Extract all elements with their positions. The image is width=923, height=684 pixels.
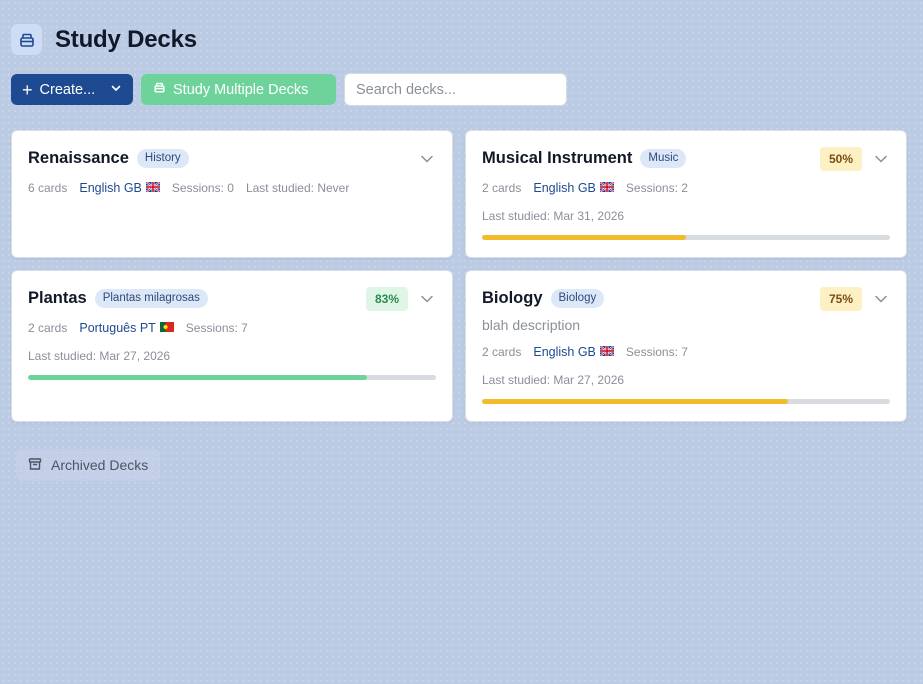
deck-meta: 2 cards Português PT Sessions: 7 (28, 321, 260, 335)
deck-card-biology[interactable]: Biology Biology 75% blah description 2 c… (465, 270, 907, 422)
toolbar: + Create... Study Multiple Decks (11, 73, 567, 106)
card-count: 2 cards (482, 345, 522, 359)
last-studied: Last studied: Never (245, 181, 350, 195)
progress-bar-fill (28, 375, 367, 380)
session-count: Sessions: 7 (185, 321, 248, 335)
deck-language: Português PT (79, 321, 174, 335)
last-studied: Last studied: Mar 31, 2026 (482, 209, 625, 223)
study-multiple-decks-label: Study Multiple Decks (173, 81, 309, 98)
card-count: 2 cards (482, 181, 522, 195)
chevron-down-icon[interactable] (873, 291, 889, 312)
session-count: Sessions: 0 (171, 181, 234, 195)
box-icon (11, 24, 42, 55)
card-count: 6 cards (28, 181, 68, 195)
deck-title[interactable]: Biology (482, 289, 543, 308)
deck-title[interactable]: Renaissance (28, 149, 129, 168)
deck-meta: 2 cards English GB Sessions: 2 (482, 181, 700, 195)
deck-meta: 2 cards English GB Sessions: 7 (482, 345, 700, 359)
page-header: Study Decks (11, 24, 197, 55)
progress-badge: 50% (820, 147, 862, 171)
archived-decks-button[interactable]: Archived Decks (16, 449, 161, 481)
progress-bar-fill (482, 235, 686, 240)
deck-language: English GB (533, 345, 615, 359)
archive-icon (28, 457, 42, 474)
deck-meta: 6 cards English GB Sessions: 0 Last stud… (28, 181, 349, 195)
deck-tag: History (136, 149, 189, 168)
chevron-down-icon[interactable] (419, 291, 435, 312)
deck-title[interactable]: Plantas (28, 289, 87, 308)
create-button-label: Create... (39, 81, 96, 98)
study-multiple-decks-button[interactable]: Study Multiple Decks (141, 74, 336, 105)
box-icon (153, 81, 166, 98)
deck-tag: Plantas milagrosas (94, 289, 208, 308)
progress-bar (28, 375, 436, 380)
uk-flag-icon (145, 181, 161, 195)
uk-flag-icon (599, 181, 615, 195)
plus-icon: + (22, 79, 33, 100)
session-count: Sessions: 7 (625, 345, 688, 359)
session-count: Sessions: 2 (625, 181, 688, 195)
last-studied: Last studied: Mar 27, 2026 (28, 349, 171, 363)
page-title: Study Decks (55, 25, 197, 53)
deck-language: English GB (533, 181, 615, 195)
create-button[interactable]: + Create... (11, 74, 133, 105)
pt-flag-icon (159, 321, 174, 335)
progress-bar (482, 235, 890, 240)
card-count: 2 cards (28, 321, 68, 335)
last-studied: Last studied: Mar 27, 2026 (482, 373, 625, 387)
deck-language: English GB (79, 181, 161, 195)
deck-title[interactable]: Musical Instrument (482, 149, 632, 168)
archived-decks-label: Archived Decks (51, 457, 149, 473)
chevron-down-icon[interactable] (419, 151, 435, 172)
deck-tag: Biology (550, 289, 605, 308)
deck-card-musical-instrument[interactable]: Musical Instrument Music 50% 2 cards Eng… (465, 130, 907, 258)
progress-bar-fill (482, 399, 788, 404)
deck-tag: Music (640, 149, 687, 168)
chevron-down-icon (110, 82, 122, 98)
uk-flag-icon (599, 345, 615, 359)
deck-description: blah description (482, 317, 581, 333)
deck-card-plantas[interactable]: Plantas Plantas milagrosas 83% 2 cards P… (11, 270, 453, 422)
deck-card-renaissance[interactable]: Renaissance History 6 cards English GB S… (11, 130, 453, 258)
progress-badge: 83% (366, 287, 408, 311)
progress-badge: 75% (820, 287, 862, 311)
search-input[interactable] (344, 73, 567, 106)
progress-bar (482, 399, 890, 404)
chevron-down-icon[interactable] (873, 151, 889, 172)
